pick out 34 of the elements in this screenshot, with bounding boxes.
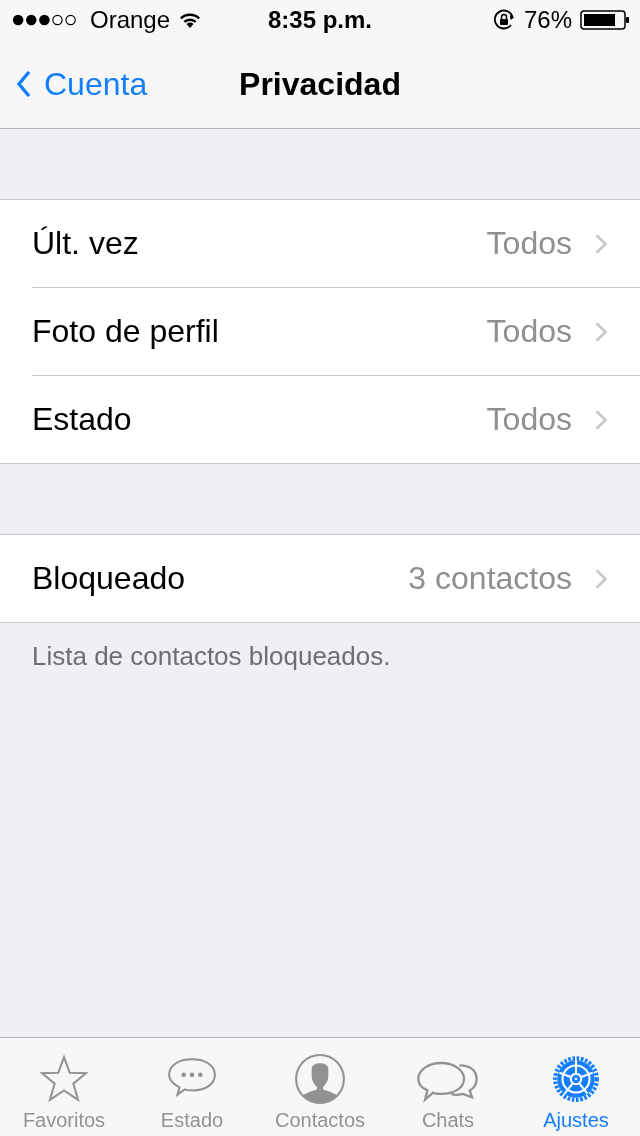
settings-row[interactable]: Últ. vez Todos bbox=[32, 200, 640, 288]
row-value: Todos bbox=[486, 225, 572, 262]
tab-bar-item[interactable]: Chats bbox=[384, 1038, 512, 1136]
chevron-icon bbox=[594, 408, 608, 431]
chevron-icon bbox=[594, 567, 608, 590]
row-label: Últ. vez bbox=[32, 225, 140, 262]
back-button[interactable]: Cuenta bbox=[0, 65, 148, 103]
row-label: Bloqueado bbox=[32, 560, 187, 597]
tab-bar-item[interactable]: Ajustes bbox=[512, 1038, 640, 1136]
row-value: Todos bbox=[486, 313, 572, 350]
battery-icon bbox=[580, 10, 630, 30]
tab-bar-item[interactable]: Estado bbox=[128, 1038, 256, 1136]
person-icon bbox=[294, 1053, 346, 1105]
status-time: 8:35 p.m. bbox=[268, 6, 372, 34]
chevron-icon bbox=[594, 320, 608, 343]
row-value: Todos bbox=[486, 401, 572, 438]
gear-icon bbox=[550, 1053, 602, 1105]
rotation-lock-icon bbox=[491, 8, 516, 32]
star-icon bbox=[38, 1053, 90, 1105]
row-value: 3 contactos bbox=[408, 560, 572, 597]
tab-bar-item[interactable]: Favoritos bbox=[0, 1038, 128, 1136]
carrier-name: Orange bbox=[90, 6, 171, 34]
tab-bar-item[interactable]: Contactos bbox=[256, 1038, 384, 1136]
row-label: Estado bbox=[32, 401, 133, 438]
back-chevron-icon bbox=[16, 70, 32, 98]
settings-row[interactable]: Bloqueado 3 contactos bbox=[32, 535, 640, 622]
settings-row[interactable]: Foto de perfil Todos bbox=[32, 288, 640, 376]
settings-row[interactable]: Estado Todos bbox=[32, 376, 640, 463]
group-footer: Lista de contactos bloqueados. bbox=[0, 641, 640, 672]
wifi-icon bbox=[178, 11, 203, 29]
chevron-icon bbox=[594, 232, 608, 255]
row-label: Foto de perfil bbox=[32, 313, 220, 350]
screen-title: Privacidad bbox=[239, 65, 401, 103]
battery-percent: 76% bbox=[523, 6, 572, 34]
